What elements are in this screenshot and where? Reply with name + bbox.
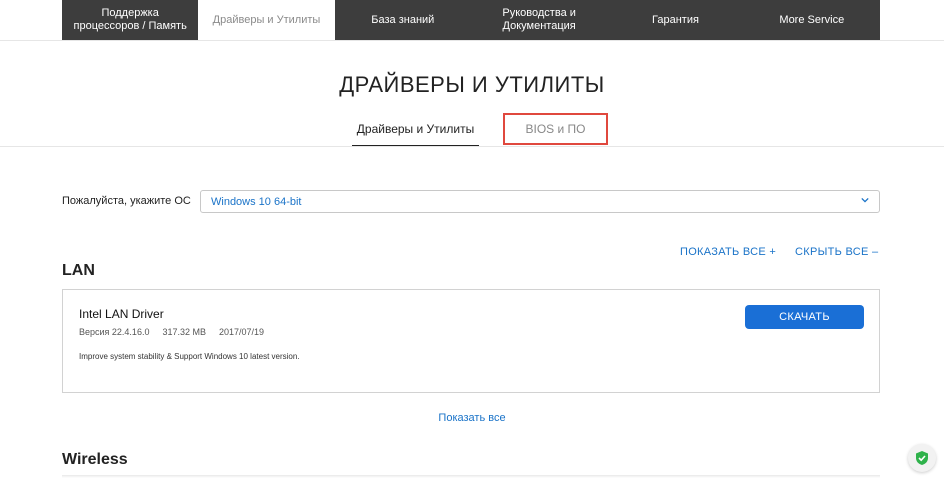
nav-more-service[interactable]: More Service [744, 0, 880, 40]
show-all-section: Показать все [0, 412, 944, 424]
subtabs-divider [0, 146, 944, 147]
os-select-value: Windows 10 64-bit [211, 195, 302, 208]
download-button[interactable]: СКАЧАТЬ [745, 305, 864, 329]
section-title-wireless: Wireless [62, 451, 128, 468]
top-navigation: Поддержка процессоров / Память Драйверы … [62, 0, 880, 40]
show-all-button[interactable]: ПОКАЗАТЬ ВСЕ + [680, 246, 776, 258]
nav-warranty[interactable]: Гарантия [607, 0, 743, 40]
driver-date: 2017/07/19 [218, 327, 265, 337]
nav-knowledge-base[interactable]: База знаний [335, 0, 471, 40]
nav-drivers-utilities[interactable]: Драйверы и Утилиты [198, 0, 335, 40]
os-select[interactable]: Windows 10 64-bit [200, 190, 880, 213]
os-select-label: Пожалуйста, укажите ОС [62, 195, 191, 207]
tab-drivers-utilities[interactable]: Драйверы и Утилиты [352, 113, 479, 147]
show-all-link[interactable]: Показать все [438, 412, 505, 424]
security-badge[interactable] [908, 444, 936, 472]
nav-cpu-memory-support[interactable]: Поддержка процессоров / Память [62, 0, 198, 40]
chevron-down-icon [861, 197, 869, 203]
section-title-lan: LAN [62, 262, 95, 279]
nav-manuals-docs[interactable]: Руководства и Документация [471, 0, 607, 40]
driver-name: Intel LAN Driver [79, 307, 164, 321]
driver-meta: Версия 22.4.16.0 317.32 MB 2017/07/19 [79, 327, 264, 337]
driver-description: Improve system stability & Support Windo… [79, 352, 300, 361]
driver-version: Версия 22.4.16.0 [79, 327, 150, 337]
driver-size: 317.32 MB [162, 327, 206, 337]
nav-divider [0, 40, 944, 41]
page-title: ДРАЙВЕРЫ И УТИЛИТЫ [339, 72, 605, 97]
subtabs: Драйверы и Утилиты BIOS и ПО [0, 113, 944, 147]
shield-check-icon [916, 451, 928, 465]
driver-card: Intel LAN Driver Версия 22.4.16.0 317.32… [62, 289, 880, 393]
tab-bios-firmware[interactable]: BIOS и ПО [503, 113, 608, 145]
hide-all-button[interactable]: СКРЫТЬ ВСЕ – [795, 246, 878, 258]
